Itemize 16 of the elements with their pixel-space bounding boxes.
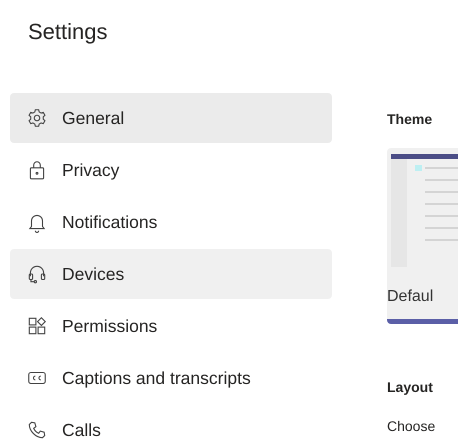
- sidebar-item[interactable]: Devices: [10, 249, 332, 299]
- phone-icon: [26, 419, 48, 441]
- section-heading: Layout: [387, 378, 434, 396]
- settings-icon: [26, 107, 48, 129]
- page-title: Settings: [28, 18, 108, 46]
- sidebar-item[interactable]: Permissions: [10, 301, 332, 351]
- section-description: Choose: [387, 418, 436, 434]
- sidebar-item[interactable]: Notifications: [10, 197, 332, 247]
- sidebar-item[interactable]: Calls: [10, 405, 332, 442]
- apps-icon: [26, 315, 48, 337]
- section-heading: Theme: [387, 110, 434, 128]
- headset-icon: [26, 263, 48, 285]
- sidebar-item[interactable]: Privacy: [10, 145, 332, 195]
- sidebar-item[interactable]: General: [10, 93, 332, 143]
- theme-card[interactable]: Defaul: [387, 148, 458, 324]
- sidebar-item[interactable]: Captions and transcripts: [10, 353, 332, 403]
